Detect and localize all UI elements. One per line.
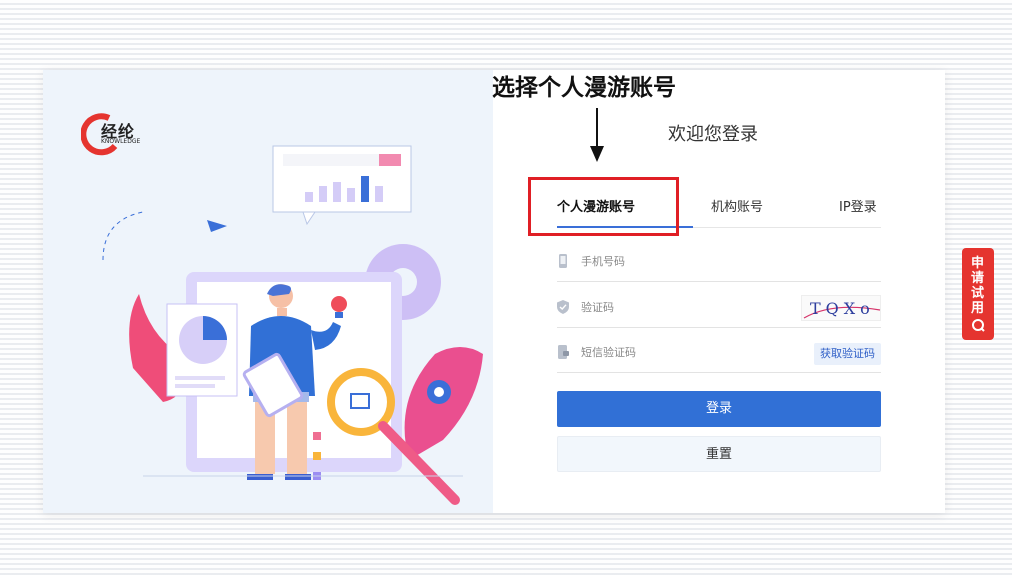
annotation-arrow-icon [590,108,604,162]
captcha-image[interactable]: TQXo [801,295,881,321]
reset-button[interactable]: 重置 [557,436,881,472]
login-button[interactable]: 登录 [557,391,881,427]
captcha-text: TQXo [810,299,875,318]
phone-icon [559,254,567,268]
apply-trial-label: 申请试用 [971,256,985,316]
annotation-title: 选择个人漫游账号 [492,75,676,101]
phone-field [557,242,881,282]
phone-input[interactable] [581,250,801,272]
captcha-input[interactable] [581,296,801,318]
welcome-heading: 欢迎您登录 [668,124,758,145]
tab-ip-login[interactable]: IP登录 [839,196,877,215]
get-sms-code-button[interactable]: 获取验证码 [814,343,881,365]
sms-field: 获取验证码 [557,333,881,373]
illustration-panel: 经纶 KNOWLEDGE [43,70,493,513]
apply-trial-button[interactable]: 申请试用 [962,248,994,340]
captcha-field: TQXo [557,288,881,328]
tab-institution-account[interactable]: 机构账号 [711,196,763,215]
trial-q-icon [972,319,985,332]
shield-icon [557,300,569,314]
sms-code-input[interactable] [581,341,801,363]
annotation-highlight-box [528,177,679,236]
sms-icon [558,345,569,359]
login-illustration [102,145,483,505]
